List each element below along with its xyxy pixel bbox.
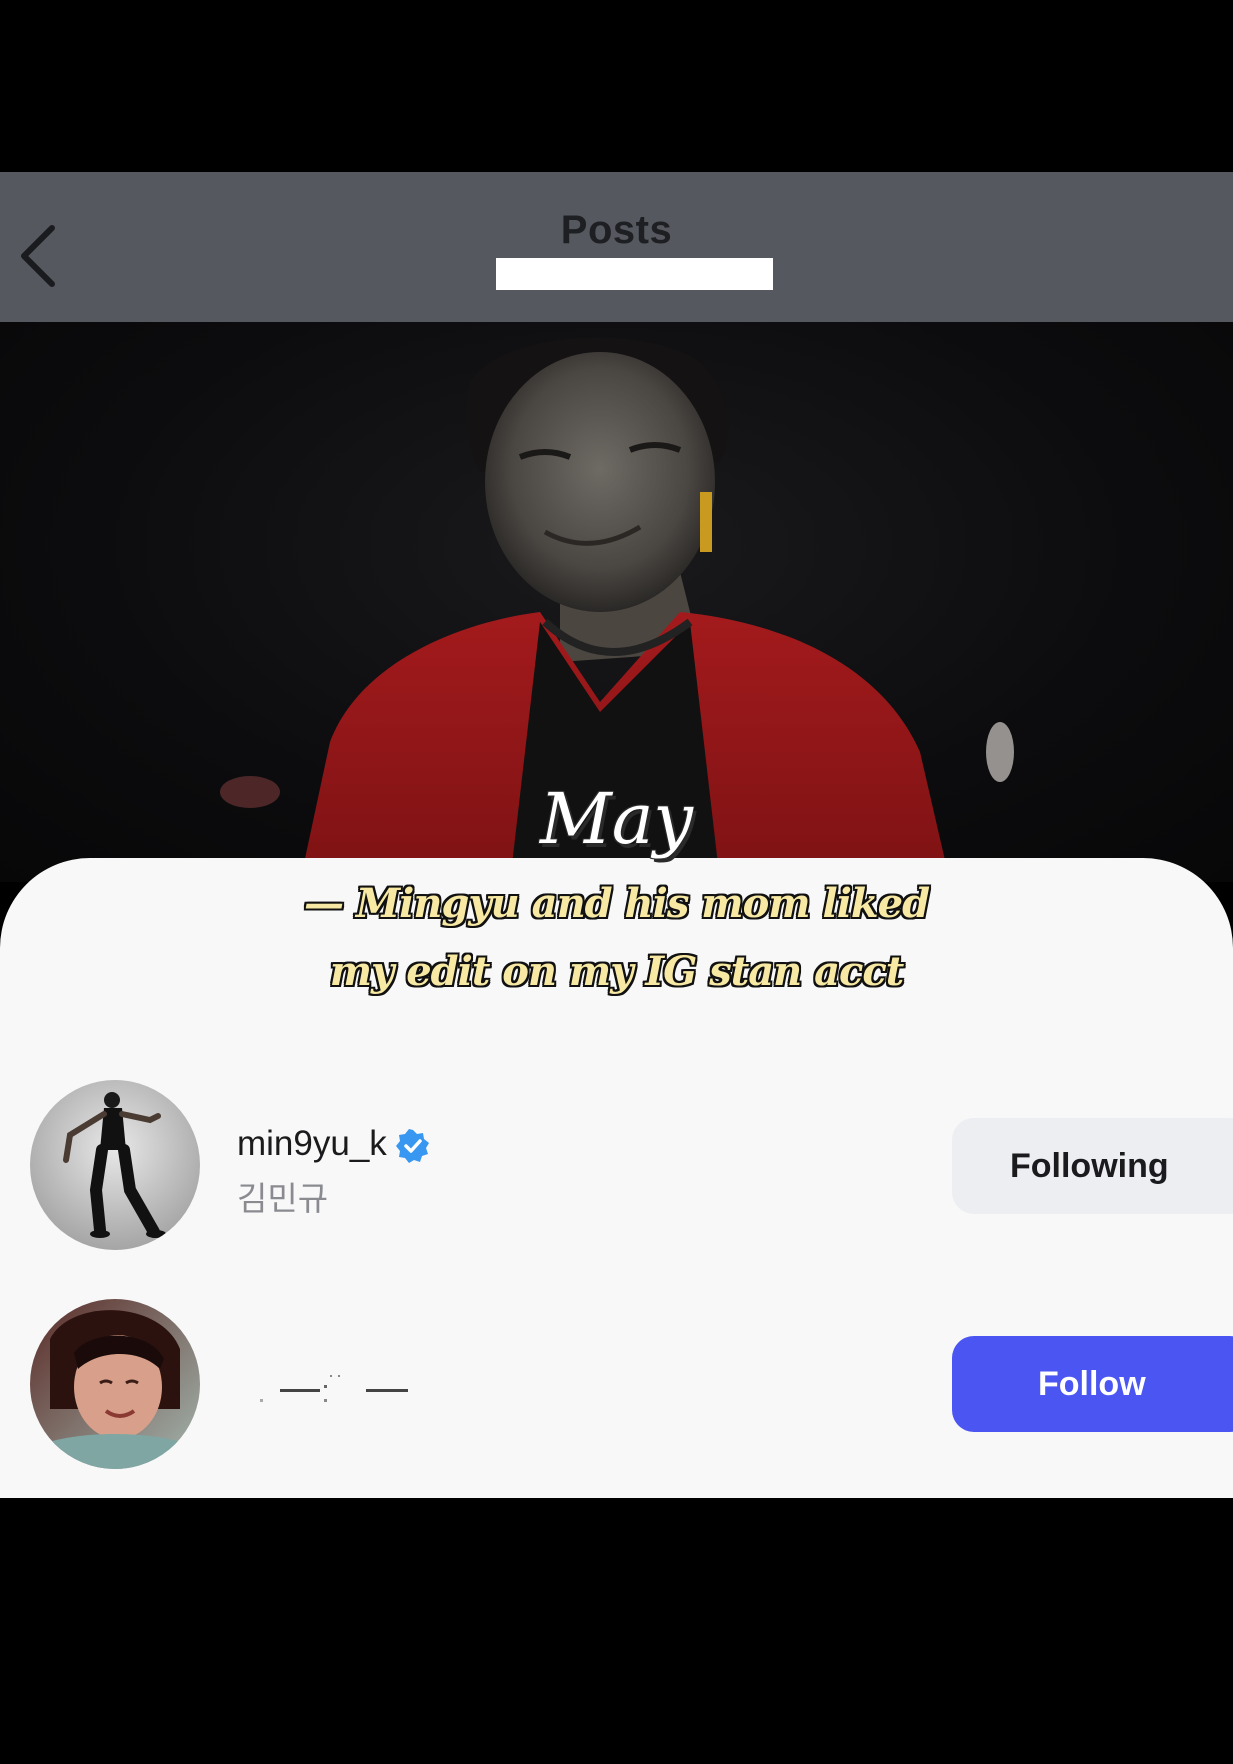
avatar[interactable] [30,1080,200,1250]
username[interactable]: min9yu_k [237,1124,431,1164]
like-row[interactable]: min9yu_k 김민규 Following [0,1076,1233,1256]
like-row[interactable]: Follow [0,1295,1233,1475]
following-button[interactable]: Following [952,1118,1233,1214]
full-name: 김민규 [237,1179,329,1218]
bottom-letterbox [0,1498,1233,1764]
verified-badge-icon [395,1128,429,1163]
header-bar: Posts [0,172,1233,322]
username-text: min9yu_k [237,1124,387,1163]
caption-line-2: my edit on my IG stan acct [329,948,905,995]
follow-button[interactable]: Follow [952,1336,1233,1432]
redacted-username [260,1375,408,1402]
redacted-username-bar [496,258,773,290]
page-title: Posts [560,208,673,252]
avatar[interactable] [30,1299,200,1469]
caption-month: May [540,778,693,860]
top-letterbox [0,0,1233,172]
caption-line-1: — Mingyu and his mom liked [303,880,930,927]
screen: Posts May — Mingyu and his mom liked my … [0,0,1233,1764]
